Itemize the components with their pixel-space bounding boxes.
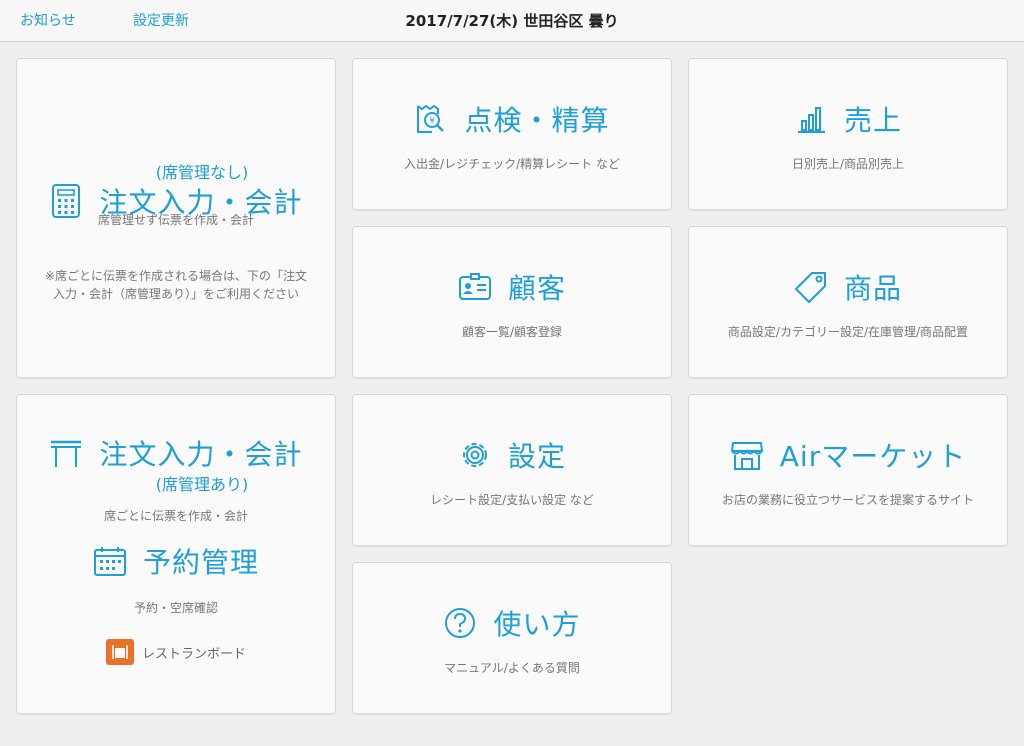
order-no-seat-card[interactable]: 注文入力・会計 (席管理なし) 席管理せず伝票を作成・会計 ※席ごとに伝票を作成…	[16, 58, 336, 378]
restaurant-board-icon	[105, 639, 134, 665]
page-title: 2017/7/27(木) 世田谷区 曇り	[405, 12, 619, 30]
settings-desc: レシート設定/支払い設定 など	[430, 493, 594, 507]
order-with-seat-title: 注文入力・会計	[17, 433, 335, 473]
products-card[interactable]: 商品 商品設定/カテゴリー設定/在庫管理/商品配置	[688, 226, 1008, 378]
order-no-seat-desc: 席管理せず伝票を作成・会計	[97, 213, 254, 227]
receipt-search-icon: ¥	[414, 102, 448, 136]
products-title: 商品	[689, 267, 1007, 307]
gear-icon	[458, 438, 492, 472]
products-desc: 商品設定/カテゴリー設定/在庫管理/商品配置	[727, 325, 969, 339]
order-with-seat-card[interactable]: 注文入力・会計 (席管理あり) 席ごとに伝票を作成・会計 予約管理 予約・空席確…	[16, 394, 336, 714]
tag-icon	[794, 270, 828, 304]
order-with-seat-label: 注文入力・会計	[99, 438, 303, 471]
inspection-label: 点検・精算	[464, 104, 610, 137]
air-market-label: Airマーケット	[779, 440, 967, 473]
inspection-title: ¥ 点検・精算	[353, 99, 671, 139]
sales-desc: 日別売上/商品別売上	[791, 157, 905, 171]
how-to-label: 使い方	[493, 608, 581, 641]
how-to-desc: マニュアル/よくある質問	[444, 661, 580, 675]
settings-title: 設定	[353, 435, 671, 475]
order-with-seat-desc: 席ごとに伝票を作成・会計	[103, 509, 248, 523]
how-to-title: 使い方	[353, 603, 671, 643]
air-market-card[interactable]: Airマーケット お店の業務に役立つサービスを提案するサイト	[688, 394, 1008, 546]
products-label: 商品	[843, 272, 902, 305]
order-no-seat-subtitle: (席管理なし)	[155, 163, 249, 182]
customers-card[interactable]: 顧客 顧客一覧/顧客登録	[352, 226, 672, 378]
reservation-desc: 予約・空席確認	[133, 601, 218, 615]
settings-label: 設定	[507, 440, 566, 473]
restaurant-board-label: レストランボード	[141, 646, 246, 662]
air-market-title: Airマーケット	[689, 435, 1007, 475]
customer-card-icon	[458, 270, 492, 304]
order-with-seat-subtitle: (席管理あり)	[155, 475, 249, 494]
top-bar: お知らせ 設定更新 2017/7/27(木) 世田谷区 曇り	[0, 0, 1024, 42]
customers-label: 顧客	[507, 272, 566, 305]
reservation-title[interactable]: 予約管理	[17, 541, 335, 581]
table-icon	[49, 436, 83, 470]
sales-card[interactable]: 売上 日別売上/商品別売上	[688, 58, 1008, 210]
inspection-card[interactable]: ¥ 点検・精算 入出金/レジチェック/精算レシート など	[352, 58, 672, 210]
svg-text:¥: ¥	[430, 116, 435, 125]
customers-title: 顧客	[353, 267, 671, 307]
settings-card[interactable]: 設定 レシート設定/支払い設定 など	[352, 394, 672, 546]
storefront-icon	[730, 438, 764, 472]
reservation-label: 予約管理	[142, 546, 259, 579]
calendar-icon	[93, 544, 127, 578]
sales-label: 売上	[843, 104, 902, 137]
question-icon	[443, 606, 477, 640]
order-no-seat-note: ※席ごとに伝票を作成される場合は、下の「注文入力・会計（席管理あり）」をご利用く…	[44, 269, 308, 301]
bar-chart-icon	[794, 102, 828, 136]
how-to-card[interactable]: 使い方 マニュアル/よくある質問	[352, 562, 672, 714]
sales-title: 売上	[689, 99, 1007, 139]
inspection-desc: 入出金/レジチェック/精算レシート など	[404, 157, 620, 171]
restaurant-board-link[interactable]: レストランボード	[17, 639, 335, 665]
customers-desc: 顧客一覧/顧客登録	[461, 325, 563, 339]
air-market-desc: お店の業務に役立つサービスを提案するサイト	[721, 493, 974, 507]
